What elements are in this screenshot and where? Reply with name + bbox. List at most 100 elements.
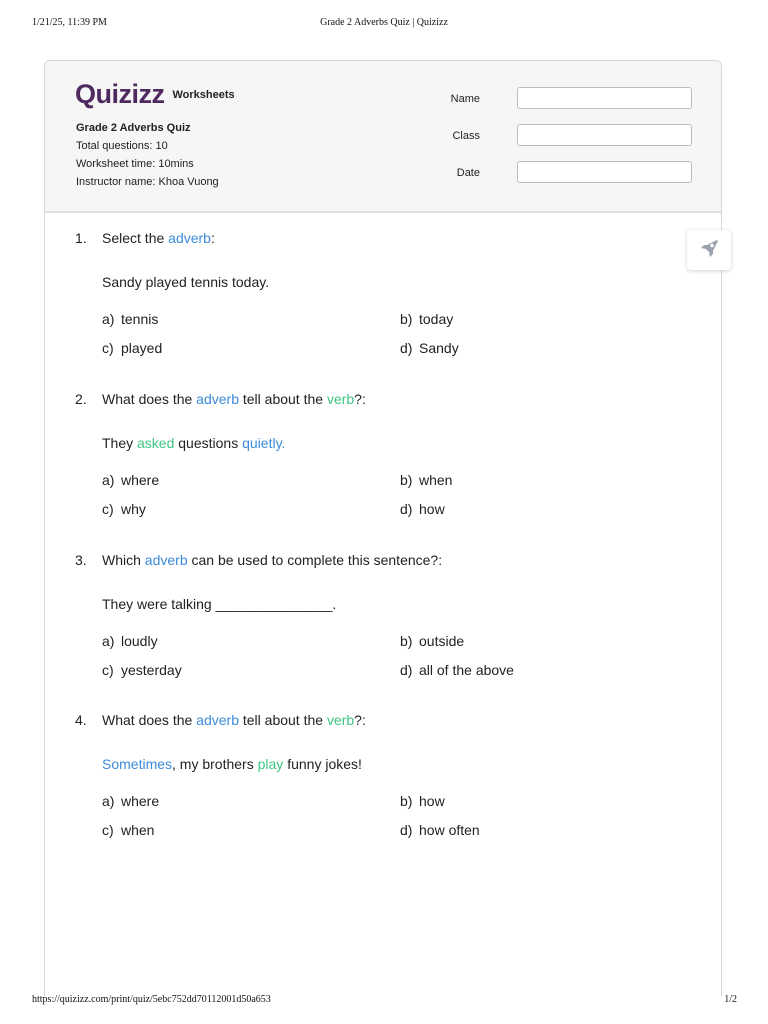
instructor-name: Instructor name: Khoa Vuong — [76, 176, 219, 188]
option-letter: a) — [102, 633, 115, 649]
option-d[interactable]: d) Sandy — [400, 340, 459, 356]
option-a[interactable]: a) where — [102, 793, 159, 809]
option-text: when — [419, 472, 453, 488]
option-letter: c) — [102, 822, 114, 838]
option-text: why — [121, 501, 146, 517]
adverb-term: adverb — [144, 552, 188, 568]
option-a[interactable]: a) tennis — [102, 311, 158, 327]
sentence-text: funny jokes! — [283, 756, 362, 772]
question-prompt: What does the adverb tell about the verb… — [102, 391, 366, 407]
quizizz-logo: Quizizz Worksheets — [75, 79, 235, 109]
adverb-word: quietly. — [242, 435, 286, 451]
option-a[interactable]: a) loudly — [102, 633, 158, 649]
option-d[interactable]: d) how — [400, 501, 445, 517]
class-field-group: Class — [452, 124, 695, 148]
option-text: where — [121, 793, 160, 809]
option-text: where — [121, 472, 160, 488]
worksheet-meta: Grade 2 Adverbs Quiz Total questions: 10… — [76, 119, 219, 191]
option-letter: d) — [400, 340, 413, 356]
worksheet-header: Quizizz Worksheets Grade 2 Adverbs Quiz … — [45, 61, 721, 213]
option-b[interactable]: b) how — [400, 793, 445, 809]
option-c[interactable]: c) played — [102, 340, 162, 356]
question-number: 3. — [75, 552, 87, 568]
question-sentence: Sometimes, my brothers play funny jokes! — [102, 756, 362, 772]
prompt-text: What does the — [102, 712, 197, 728]
option-letter: c) — [102, 662, 114, 678]
question-sentence: They were talking _______________. — [102, 596, 337, 612]
rocket-icon — [698, 237, 720, 264]
option-text: yesterday — [121, 662, 182, 678]
option-c[interactable]: c) when — [102, 822, 154, 838]
verb-word: asked — [137, 435, 175, 451]
prompt-text: tell about the — [238, 391, 327, 407]
sentence-text: questions — [174, 435, 243, 451]
option-c[interactable]: c) yesterday — [102, 662, 182, 678]
date-field-group: Date — [457, 161, 695, 185]
option-text: how — [419, 501, 445, 517]
prompt-text: Which — [102, 552, 145, 568]
question-number: 4. — [75, 712, 87, 728]
print-url: https://quizizz.com/print/quiz/5ebc752dd… — [32, 994, 271, 1005]
adverb-word: Sometimes — [102, 756, 173, 772]
prompt-text: can be used to complete this sentence?: — [187, 552, 443, 568]
option-d[interactable]: d) all of the above — [400, 662, 514, 678]
adverb-term: adverb — [168, 230, 211, 246]
option-text: Sandy — [419, 340, 459, 356]
option-b[interactable]: b) outside — [400, 633, 464, 649]
name-input[interactable] — [517, 87, 692, 109]
verb-term: verb — [326, 391, 355, 407]
logo-wordmark: Quizizz — [75, 78, 165, 109]
option-text: all of the above — [419, 662, 514, 678]
option-b[interactable]: b) when — [400, 472, 452, 488]
class-input[interactable] — [517, 124, 692, 146]
worksheet-time: Worksheet time: 10mins — [76, 158, 194, 170]
logo-section-label: Worksheets — [172, 89, 235, 101]
worksheet-card: Quizizz Worksheets Grade 2 Adverbs Quiz … — [44, 60, 722, 996]
adverb-term: adverb — [196, 712, 239, 728]
class-label: Class — [452, 130, 480, 142]
worksheet-title: Grade 2 Adverbs Quiz — [76, 122, 191, 134]
prompt-text: tell about the — [238, 712, 327, 728]
option-a[interactable]: a) where — [102, 472, 159, 488]
adverb-term: adverb — [196, 391, 239, 407]
option-text: outside — [419, 633, 465, 649]
prompt-text: Select the — [102, 230, 169, 246]
date-input[interactable] — [517, 161, 692, 183]
option-c[interactable]: c) why — [102, 501, 146, 517]
prompt-text: What does the — [102, 391, 197, 407]
verb-word: play — [257, 756, 284, 772]
option-letter: b) — [400, 311, 413, 327]
option-letter: b) — [400, 472, 413, 488]
option-letter: b) — [400, 793, 413, 809]
option-letter: a) — [102, 793, 115, 809]
question-prompt: Which adverb can be used to complete thi… — [102, 552, 442, 568]
question-number: 1. — [75, 230, 87, 246]
sentence-text: They — [102, 435, 138, 451]
question-number: 2. — [75, 391, 87, 407]
question-prompt: Select the adverb: — [102, 230, 215, 246]
option-text: how often — [419, 822, 480, 838]
option-text: how — [419, 793, 445, 809]
option-text: when — [121, 822, 155, 838]
option-text: loudly — [121, 633, 158, 649]
option-letter: c) — [102, 501, 114, 517]
option-b[interactable]: b) today — [400, 311, 453, 327]
option-d[interactable]: d) how often — [400, 822, 480, 838]
sentence-text: , my brothers — [172, 756, 258, 772]
option-letter: a) — [102, 472, 115, 488]
option-letter: d) — [400, 822, 413, 838]
rocket-button[interactable] — [687, 230, 731, 270]
option-text: today — [419, 311, 454, 327]
prompt-text: ?: — [354, 712, 366, 728]
print-footer: https://quizizz.com/print/quiz/5ebc752dd… — [0, 994, 768, 1008]
option-letter: c) — [102, 340, 114, 356]
name-label: Name — [450, 93, 480, 105]
print-page-number: 1/2 — [724, 994, 737, 1005]
total-questions: Total questions: 10 — [76, 140, 168, 152]
option-letter: d) — [400, 662, 413, 678]
print-page-title: Grade 2 Adverbs Quiz | Quizizz — [320, 17, 448, 28]
option-letter: a) — [102, 311, 115, 327]
print-header: 1/21/25, 11:39 PM Grade 2 Adverbs Quiz |… — [0, 17, 768, 31]
verb-term: verb — [326, 712, 355, 728]
option-text: played — [121, 340, 163, 356]
